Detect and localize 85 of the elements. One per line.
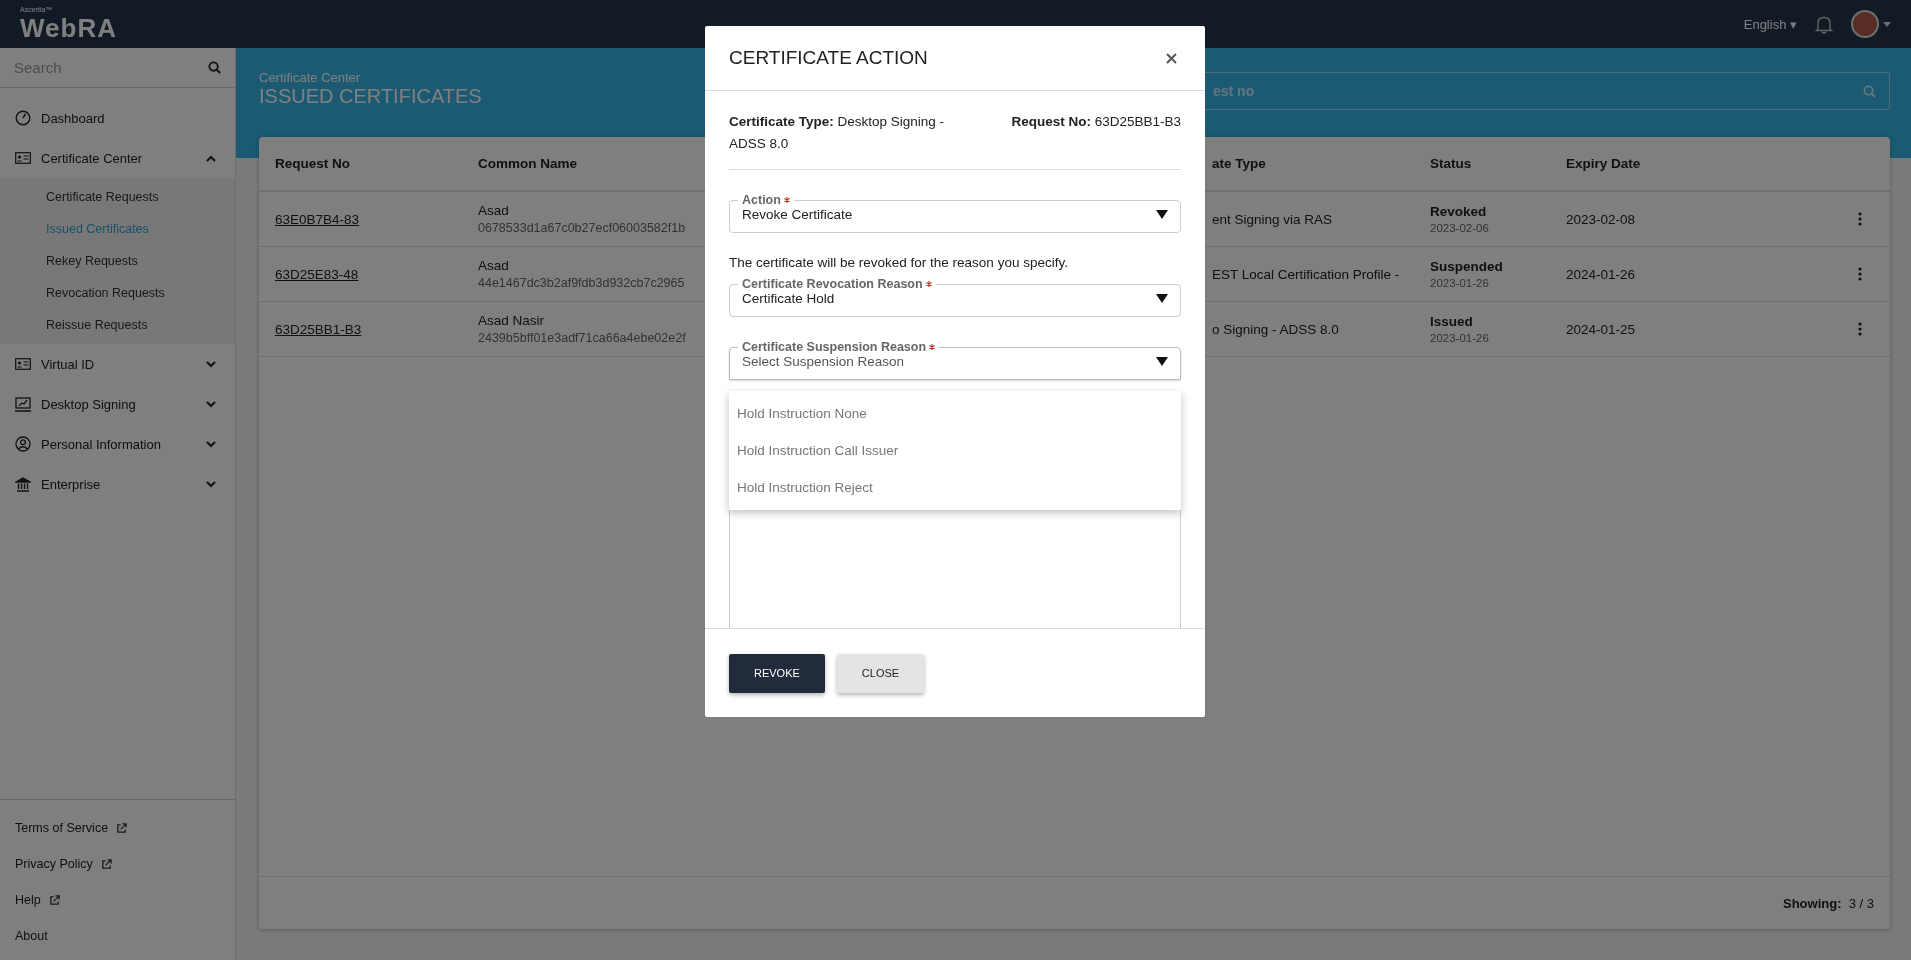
table-cell: 2023-01-26: [1430, 332, 1489, 344]
external-link-icon: [100, 858, 112, 870]
table-cell: Asad: [478, 203, 509, 218]
table-cell: EST Local Certification Profile -: [1212, 266, 1400, 282]
footer-link[interactable]: Help: [0, 882, 235, 918]
info-text: Request No: 63D25BB1-B3: [1011, 113, 1181, 131]
submenu-item[interactable]: Certificate Requests: [0, 181, 235, 213]
chevron-icon: [206, 154, 216, 162]
table-cell: 2023-01-26: [1430, 277, 1489, 289]
info-text: The certificate will be revoked for the reason you specify.: [729, 255, 1069, 270]
select-field[interactable]: Certificate Revocation Reason Certificate Hold: [729, 278, 1181, 317]
footer-link[interactable]: Terms of Service: [0, 810, 235, 846]
external-link-icon: [116, 822, 128, 834]
sidebar-item[interactable]: Dashboard: [0, 98, 235, 138]
column-header: Status: [1430, 137, 1566, 192]
more-options-icon[interactable]: [1858, 267, 1862, 281]
dropdown-option[interactable]: Hold Instruction Reject: [729, 469, 1181, 506]
status-text: Issued: [1430, 314, 1473, 329]
chevron-icon: [206, 440, 216, 448]
person-icon: [15, 436, 31, 452]
dropdown-option[interactable]: Hold Instruction None: [729, 395, 1181, 432]
close-icon: [1166, 52, 1177, 64]
sidebar-item[interactable]: Desktop Signing: [0, 384, 235, 424]
table-cell: 2439b5bff01e3adf71ca66a4ebe02e2f: [478, 331, 686, 345]
page-title: ISSUED CERTIFICATES: [259, 85, 482, 108]
table-cell: 2023-02-06: [1430, 222, 1489, 234]
table-cell: 2023-02-08: [1566, 211, 1636, 227]
chevron-icon: [206, 480, 216, 488]
sidebar-item[interactable]: Personal Information: [0, 424, 235, 464]
column-header: Request No: [259, 137, 478, 192]
sidebar-item[interactable]: Virtual ID: [0, 344, 235, 384]
required-icon: [929, 344, 936, 350]
secondary-button[interactable]: CLOSE: [836, 653, 925, 693]
bank-icon: [15, 476, 31, 492]
table-cell: Asad: [478, 258, 509, 273]
table-cell: 2024-01-25: [1566, 321, 1636, 337]
request-link[interactable]: 63D25E83-48: [275, 266, 359, 282]
chevron-icon: [206, 360, 216, 368]
sidebar-item[interactable]: Enterprise: [0, 464, 235, 504]
avatar: [1851, 10, 1879, 38]
caret-icon: [1156, 294, 1168, 303]
search-icon: [208, 61, 221, 74]
id-card-icon: [15, 152, 31, 164]
table-cell: o Signing - ADSS 8.0: [1212, 321, 1339, 337]
sidebar-item[interactable]: Certificate Center: [0, 138, 235, 178]
user-menu[interactable]: [1851, 10, 1891, 38]
table-cell: Asad Nasir: [478, 313, 545, 328]
table-cell: 0678533d1a67c0b27ecf06003582f1b: [478, 221, 686, 235]
primary-button[interactable]: REVOKE: [729, 653, 825, 693]
id-card-icon: [15, 358, 31, 370]
gauge-icon: [15, 110, 31, 126]
submenu-item[interactable]: Reissue Requests: [0, 309, 235, 341]
chevron-icon: [206, 400, 216, 408]
submenu-item[interactable]: Rekey Requests: [0, 245, 235, 277]
caret-icon: [1156, 357, 1168, 366]
status-text: Revoked: [1430, 204, 1487, 219]
required-icon: [925, 281, 932, 287]
caret-icon: [1156, 210, 1168, 219]
field-label: Certificate Suspension Reason: [738, 341, 940, 353]
footer-link[interactable]: About: [0, 918, 235, 954]
required-icon: [783, 197, 790, 203]
request-link[interactable]: 63D25BB1-B3: [275, 321, 362, 337]
search-icon: [1863, 85, 1876, 98]
submenu-item[interactable]: Revocation Requests: [0, 277, 235, 309]
caret-icon: [1883, 21, 1891, 27]
table-cell: 44e1467dc3b2af9fdb3d932cb7c2965: [478, 276, 685, 290]
bell-icon[interactable]: [1815, 14, 1833, 34]
status-text: Suspended: [1430, 259, 1503, 274]
language-dropdown[interactable]: English ▾: [1743, 16, 1797, 32]
external-link-icon: [48, 894, 60, 906]
field-label: Certificate Revocation Reason: [738, 278, 936, 290]
request-link[interactable]: 63E0B7B4-83: [275, 211, 360, 227]
footer-link[interactable]: Privacy Policy: [0, 846, 235, 882]
more-options-icon[interactable]: [1858, 212, 1862, 226]
dialog-title: CERTIFICATE ACTION: [729, 47, 928, 69]
table-cell: 2024-01-26: [1566, 266, 1636, 282]
column-header: ate Type: [1212, 137, 1430, 192]
result-count: Showing: 3 / 3: [1782, 895, 1874, 911]
field-label: Action: [738, 194, 794, 206]
column-header: Expiry Date: [1566, 137, 1830, 192]
more-options-icon[interactable]: [1858, 322, 1862, 336]
dropdown-option[interactable]: Hold Instruction Call Issuer: [729, 432, 1181, 469]
monitor-pen-icon: [15, 396, 31, 412]
select-field[interactable]: Action Revoke Certificate: [729, 194, 1181, 233]
table-cell: ent Signing via RAS: [1212, 211, 1333, 227]
